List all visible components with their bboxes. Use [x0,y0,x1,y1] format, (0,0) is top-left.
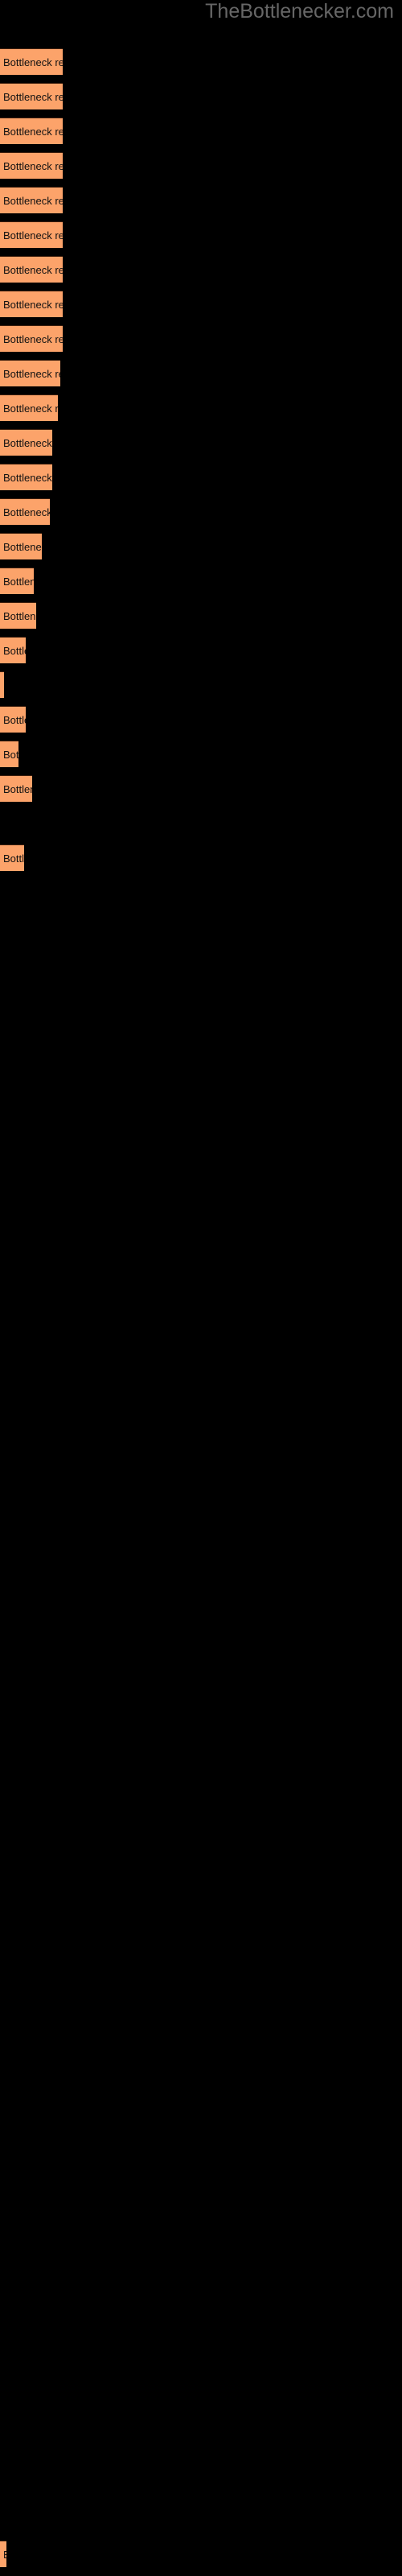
bar-label: Bottleneck result [3,160,63,172]
bar-row: Bottleneck result [0,671,4,698]
bar-label: Bottleneck result [3,783,32,795]
bar-row: Bottleneck result [0,118,63,144]
bar-label: Bottleneck result [3,541,42,553]
bottleneck-chart-page: TheBottlenecker.com Bottleneck resultBot… [0,0,402,2576]
bar-row: Bottleneck result [0,325,63,352]
bar-row: Bottleneck result [0,602,36,629]
bar-row: Bottleneck result [0,498,50,525]
chart-bar: Bottleneck result [0,671,4,698]
chart-bar: Bottleneck result [0,775,32,802]
bar-label: Bottleneck result [3,402,58,415]
bar-label: Bottleneck result [3,506,50,518]
chart-bar: Bottleneck result [0,498,50,525]
bar-label: Bottleneck result [3,610,36,622]
chart-bar: Bottleneck result [0,83,63,109]
bar-label: Bottleneck result [3,126,63,138]
bar-row: Bottleneck result [0,844,24,871]
chart-bar: Bottleneck result [0,602,36,629]
bar-chart-plot-area: Bottleneck result Bottleneck result Bottle… [0,0,402,2576]
bar-label: Bottleneck result [3,56,63,68]
bar-row: Bottleneck result [0,187,63,213]
bar-row: Bottleneck result [0,637,26,663]
bar-row: Bottleneck result [0,48,63,75]
chart-bar: Bottleneck result [0,2541,6,2567]
bar-row: Bottleneck result [0,83,63,109]
chart-bar: Bottleneck result [0,48,63,75]
bar-row: Bottleneck result [0,775,32,802]
bar-row: Bottleneck result [0,394,58,421]
bar-label: Bottleneck result [3,852,24,865]
chart-bar: Bottleneck result [0,291,63,317]
bar-label: Bottleneck result [3,714,26,726]
chart-bar: Bottleneck result [0,637,26,663]
chart-bar: Bottleneck result [0,187,63,213]
bar-row: Bottleneck result [0,706,26,733]
chart-bar: Bottleneck result [0,533,42,559]
chart-bar: Bottleneck result [0,360,60,386]
chart-bar: Bottleneck result [0,706,26,733]
bar-label: Bottleneck result [3,645,26,657]
bar-row: Bottleneck result [0,568,34,594]
bar-label: Bottleneck result [3,672,4,698]
bar-label: Bottleneck result [3,333,63,345]
bar-label: Bottleneck result [3,299,63,311]
bar-row: Bottleneck result [0,533,42,559]
bar-label: Bottleneck result [3,229,63,242]
bar-label: Bottleneck result [3,437,52,449]
bar-label: Bottleneck result [3,576,34,588]
bar-row: Bottleneck result [0,360,60,386]
chart-bar: Bottleneck result [0,394,58,421]
chart-bar: Bottleneck result [0,152,63,179]
bar-row: Bottleneck result [0,256,63,283]
chart-bar: Bottleneck result [0,844,24,871]
bar-row: Bottleneck result [0,152,63,179]
chart-bar: Bottleneck result [0,464,52,490]
chart-bar: Bottleneck result [0,325,63,352]
chart-bar: Bottleneck result [0,568,34,594]
bar-label: Bottleneck result [3,2541,6,2567]
bar-row: Bottleneck result [0,291,63,317]
chart-bar: Bottleneck result [0,221,63,248]
bar-label: Bottleneck result [3,264,63,276]
bar-row: Bottleneck result [0,741,18,767]
bar-label: Bottleneck result [3,472,52,484]
bar-row: Bottleneck result [0,464,52,490]
bar-label: Bottleneck result [3,195,63,207]
chart-bar: Bottleneck result [0,429,52,456]
chart-bar: Bottleneck result [0,256,63,283]
bar-row: Bottleneck result [0,429,52,456]
bar-label: Bottleneck result [3,91,63,103]
bar-row: Bottleneck result [0,221,63,248]
chart-bar: Bottleneck result [0,741,18,767]
bar-row: Bottleneck result [0,2541,6,2567]
bar-label: Bottleneck result [3,368,60,380]
chart-bar: Bottleneck result [0,118,63,144]
bar-label: Bottleneck result [3,749,18,761]
